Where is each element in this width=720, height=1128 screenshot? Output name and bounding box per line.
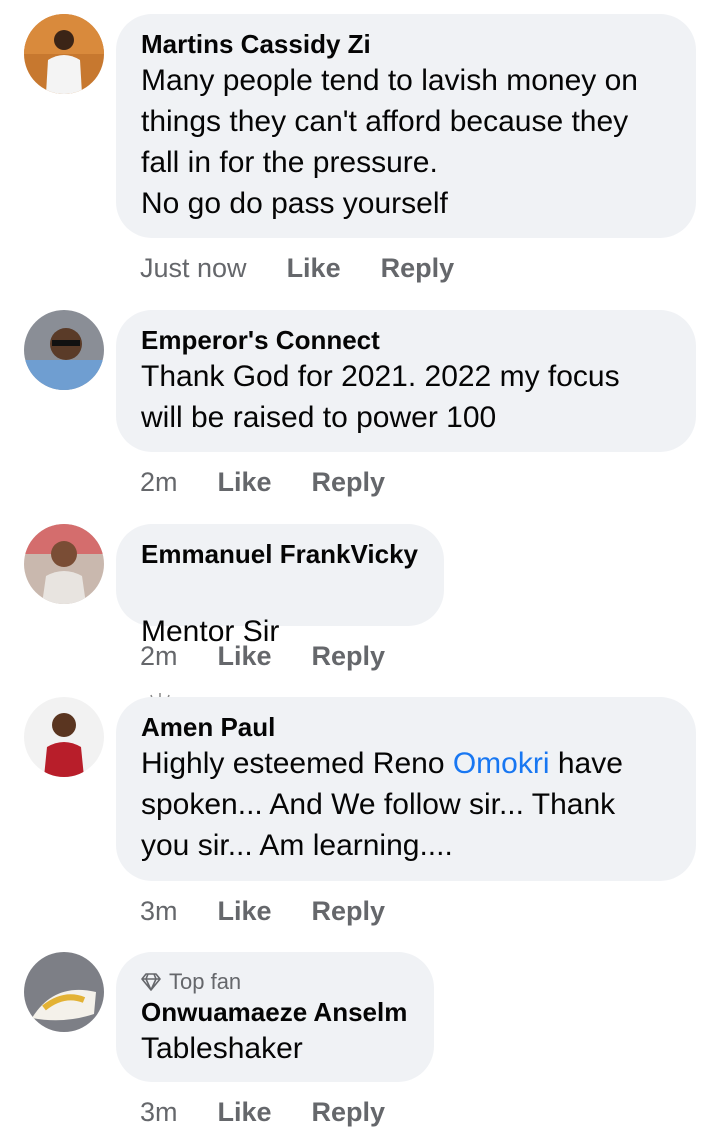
avatar[interactable] (24, 14, 104, 94)
comment-actions: 3m Like Reply (140, 895, 385, 927)
mention-link[interactable]: Omokri (453, 747, 550, 780)
reply-button[interactable]: Reply (381, 252, 455, 284)
commenter-name[interactable]: Martins Cassidy Zi (141, 28, 671, 60)
comment-bubble: Top fan Onwuamaeze Anselm Tableshaker (116, 952, 434, 1082)
commenter-name[interactable]: Emmanuel FrankVicky (141, 538, 419, 570)
diamond-icon (141, 973, 161, 991)
like-button[interactable]: Like (218, 1096, 272, 1128)
comment-timestamp[interactable]: 2m (140, 466, 178, 498)
avatar[interactable] (24, 524, 104, 604)
comment-bubble: Emperor's Connect Thank God for 2021. 20… (116, 310, 696, 452)
avatar[interactable] (24, 310, 104, 390)
comment-text: Tableshaker (141, 1032, 303, 1065)
like-button[interactable]: Like (218, 640, 272, 672)
reply-button[interactable]: Reply (312, 1096, 386, 1128)
badge-label: Top fan (169, 969, 242, 994)
comment-actions: Just now Like Reply (140, 252, 454, 284)
comment-timestamp[interactable]: 2m (140, 640, 178, 672)
comment-actions: 3m Like Reply (140, 1096, 385, 1128)
comment-text: Highly esteemed Reno Omokri have spoken.… (141, 743, 671, 866)
comment-timestamp[interactable]: 3m (140, 895, 178, 927)
like-button[interactable]: Like (287, 252, 341, 284)
top-fan-badge: Top fan (141, 968, 409, 996)
comment-actions: 2m Like Reply (140, 466, 385, 498)
comment-text: Thank God for 2021. 2022 my focus will b… (141, 360, 620, 434)
reply-button[interactable]: Reply (312, 640, 386, 672)
comment-bubble: Martins Cassidy Zi Many people tend to l… (116, 14, 696, 238)
comment-bubble: Emmanuel FrankVicky Mentor Sir (116, 524, 444, 723)
commenter-name[interactable]: Emperor's Connect (141, 324, 671, 356)
like-button[interactable]: Like (218, 466, 272, 498)
commenter-name[interactable]: Onwuamaeze Anselm (141, 996, 409, 1028)
comment-timestamp[interactable]: Just now (140, 252, 247, 284)
reply-button[interactable]: Reply (312, 466, 386, 498)
comment-bubble: Amen Paul Highly esteemed Reno Omokri ha… (116, 697, 696, 881)
like-button[interactable]: Like (218, 895, 272, 927)
avatar[interactable] (24, 952, 104, 1032)
comment-actions: 2m Like Reply (140, 640, 385, 672)
commenter-name[interactable]: Amen Paul (141, 711, 671, 743)
comment-text-part: Highly esteemed Reno (141, 747, 453, 780)
comment-timestamp[interactable]: 3m (140, 1096, 178, 1128)
reply-button[interactable]: Reply (312, 895, 386, 927)
comment-text: Many people tend to lavish money on thin… (141, 64, 638, 220)
avatar[interactable] (24, 697, 104, 777)
